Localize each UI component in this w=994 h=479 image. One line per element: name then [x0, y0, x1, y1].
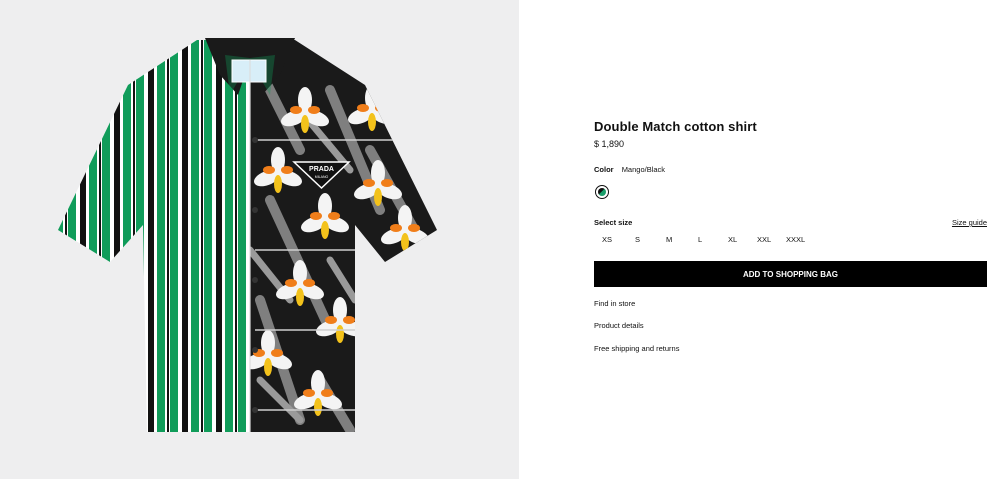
color-value: Mango/Black — [621, 165, 666, 174]
size-option-xs[interactable]: XS — [602, 235, 612, 244]
product-price: $ 1,890 — [594, 139, 625, 149]
size-option-xxl[interactable]: XXL — [757, 235, 771, 244]
free-shipping-returns-link[interactable]: Free shipping and returns — [594, 344, 679, 353]
color-swatch-mango-black[interactable] — [595, 185, 609, 199]
find-in-store-link[interactable]: Find in store — [594, 299, 635, 308]
svg-text:MILANO: MILANO — [315, 175, 329, 179]
swatch-fill — [598, 188, 606, 196]
size-option-s[interactable]: S — [635, 235, 640, 244]
size-option-l[interactable]: L — [698, 235, 702, 244]
size-header: Select size Size guide — [594, 218, 987, 227]
color-row: Color Mango/Black — [594, 165, 665, 174]
product-title: Double Match cotton shirt — [594, 119, 757, 134]
select-size-label: Select size — [594, 218, 633, 227]
product-details-link[interactable]: Product details — [594, 321, 644, 330]
product-info-panel: Double Match cotton shirt $ 1,890 Color … — [594, 0, 987, 479]
size-option-xxxl[interactable]: XXXL — [786, 235, 805, 244]
color-label: Color — [594, 165, 614, 174]
svg-text:PRADA: PRADA — [309, 166, 334, 173]
product-image[interactable]: PRADA MILANO — [0, 0, 519, 479]
product-image-panel: PRADA MILANO — [0, 0, 519, 479]
add-to-shopping-bag-button[interactable]: ADD TO SHOPPING BAG — [594, 261, 987, 287]
size-option-m[interactable]: M — [666, 235, 672, 244]
size-guide-link[interactable]: Size guide — [952, 218, 987, 227]
size-option-xl[interactable]: XL — [728, 235, 737, 244]
